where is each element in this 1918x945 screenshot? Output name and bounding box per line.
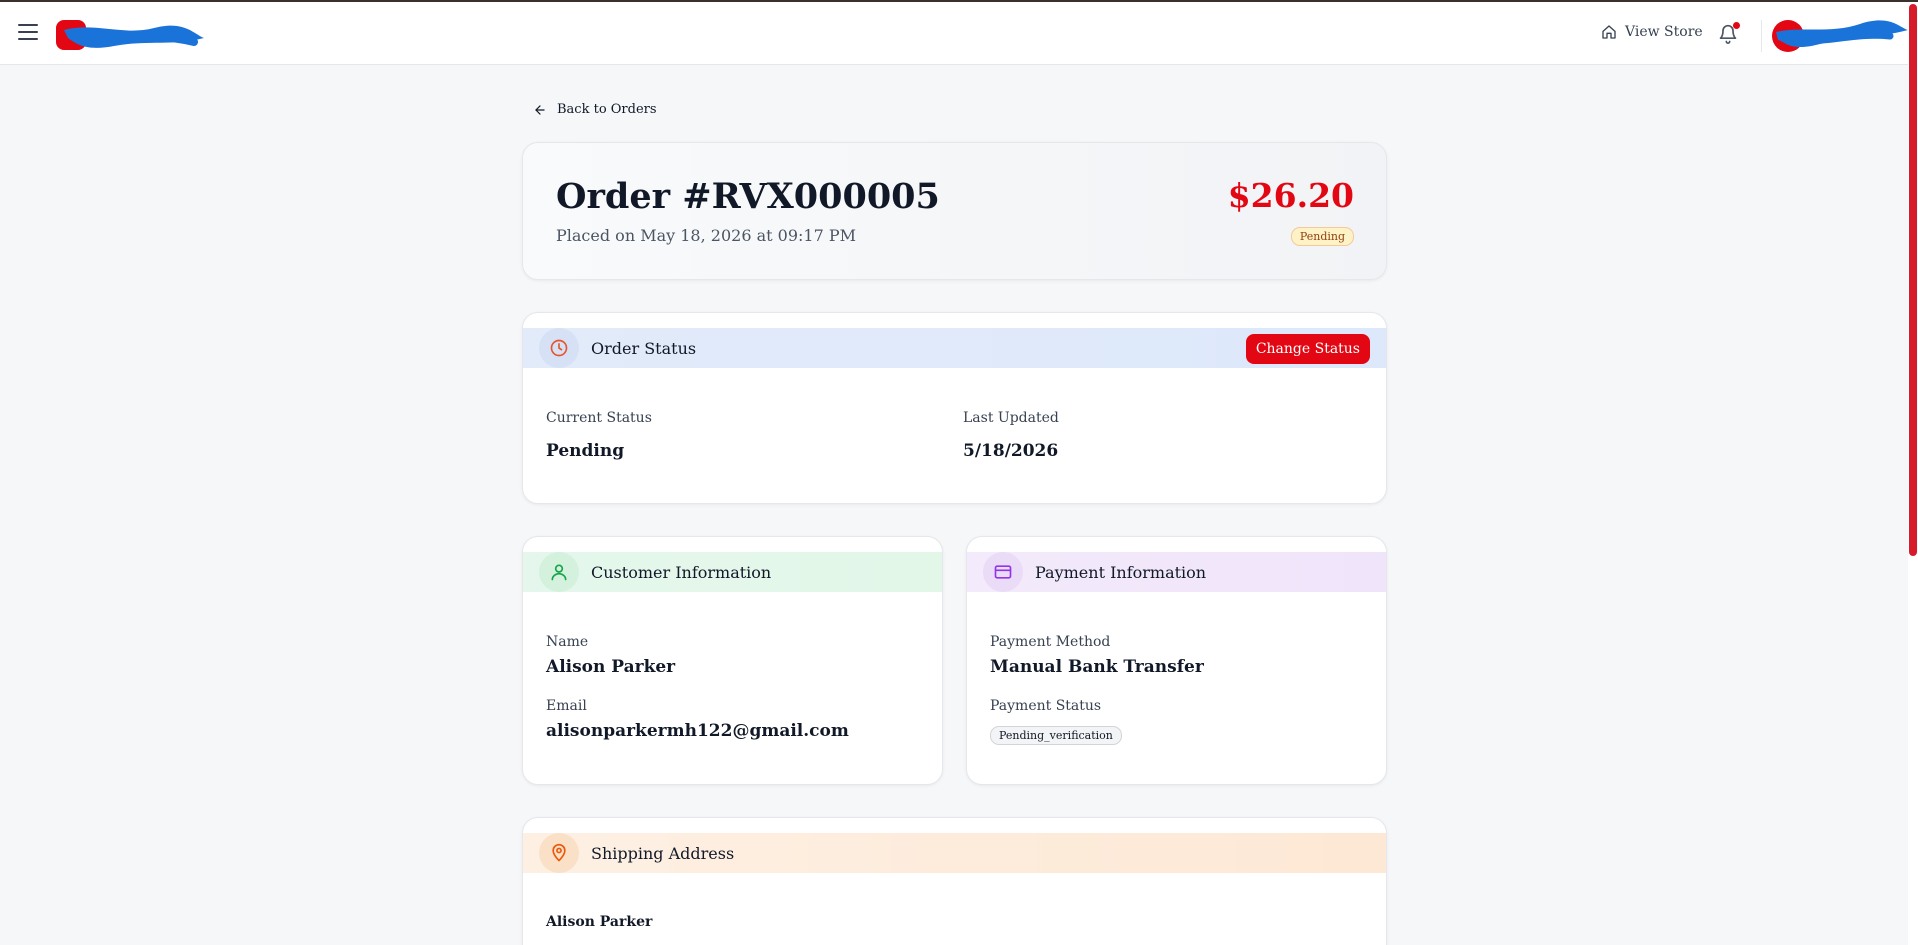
change-status-button[interactable]: Change Status bbox=[1245, 334, 1370, 364]
credit-card-icon bbox=[983, 552, 1023, 592]
last-updated-label: Last Updated bbox=[963, 410, 1059, 426]
clock-icon bbox=[539, 328, 579, 368]
payment-status-badge: Pending_verification bbox=[990, 726, 1122, 745]
scrollbar-thumb[interactable] bbox=[1909, 4, 1917, 556]
order-status-title: Order Status bbox=[591, 338, 697, 358]
notification-dot bbox=[1733, 22, 1740, 29]
customer-email-value[interactable]: alisonparkermh122@gmail.com bbox=[546, 721, 849, 741]
brand-logo[interactable] bbox=[54, 16, 206, 54]
header-divider bbox=[1761, 20, 1762, 52]
shipping-name: Alison Parker bbox=[546, 914, 653, 930]
payment-method-label: Payment Method bbox=[990, 634, 1111, 650]
user-avatar[interactable] bbox=[1770, 14, 1908, 58]
back-to-orders-link[interactable]: Back to Orders bbox=[533, 102, 657, 117]
payment-status-label: Payment Status bbox=[990, 698, 1102, 714]
payment-info-card: Payment Information Payment Method Manua… bbox=[966, 536, 1387, 785]
shipping-address-header: Shipping Address bbox=[523, 833, 1386, 873]
order-placed-date: Placed on May 18, 2026 at 09:17 PM bbox=[556, 226, 856, 245]
view-store-label: View Store bbox=[1625, 24, 1703, 40]
arrow-left-icon bbox=[535, 104, 545, 115]
customer-info-header: Customer Information bbox=[523, 552, 942, 592]
current-status-value: Pending bbox=[546, 441, 625, 461]
map-pin-icon bbox=[539, 833, 579, 873]
payment-info-header: Payment Information bbox=[967, 552, 1386, 592]
order-total: $26.20 bbox=[1227, 176, 1354, 215]
order-status-badge: Pending bbox=[1290, 227, 1354, 246]
customer-info-card: Customer Information Name Alison Parker … bbox=[522, 536, 943, 785]
home-icon bbox=[1602, 25, 1616, 39]
customer-name-value: Alison Parker bbox=[546, 657, 676, 677]
notifications-button[interactable] bbox=[1718, 22, 1740, 46]
back-label: Back to Orders bbox=[557, 102, 657, 117]
shipping-address-card: Shipping Address Alison Parker bbox=[522, 817, 1387, 945]
last-updated-value: 5/18/2026 bbox=[963, 441, 1059, 461]
payment-info-title: Payment Information bbox=[1035, 562, 1207, 582]
user-icon bbox=[539, 552, 579, 592]
shipping-address-title: Shipping Address bbox=[591, 843, 735, 863]
top-header: View Store bbox=[0, 2, 1918, 65]
customer-info-title: Customer Information bbox=[591, 562, 772, 582]
order-summary-card: Order #RVX000005 Placed on May 18, 2026 … bbox=[522, 142, 1387, 280]
order-title: Order #RVX000005 bbox=[556, 176, 940, 217]
payment-method-value: Manual Bank Transfer bbox=[990, 657, 1204, 677]
current-status-label: Current Status bbox=[546, 410, 652, 426]
customer-name-label: Name bbox=[546, 634, 589, 650]
order-status-card: Order Status Change Status Current Statu… bbox=[522, 312, 1387, 504]
view-store-link[interactable]: View Store bbox=[1601, 24, 1703, 40]
menu-icon[interactable] bbox=[18, 24, 38, 42]
customer-email-label: Email bbox=[546, 698, 587, 714]
